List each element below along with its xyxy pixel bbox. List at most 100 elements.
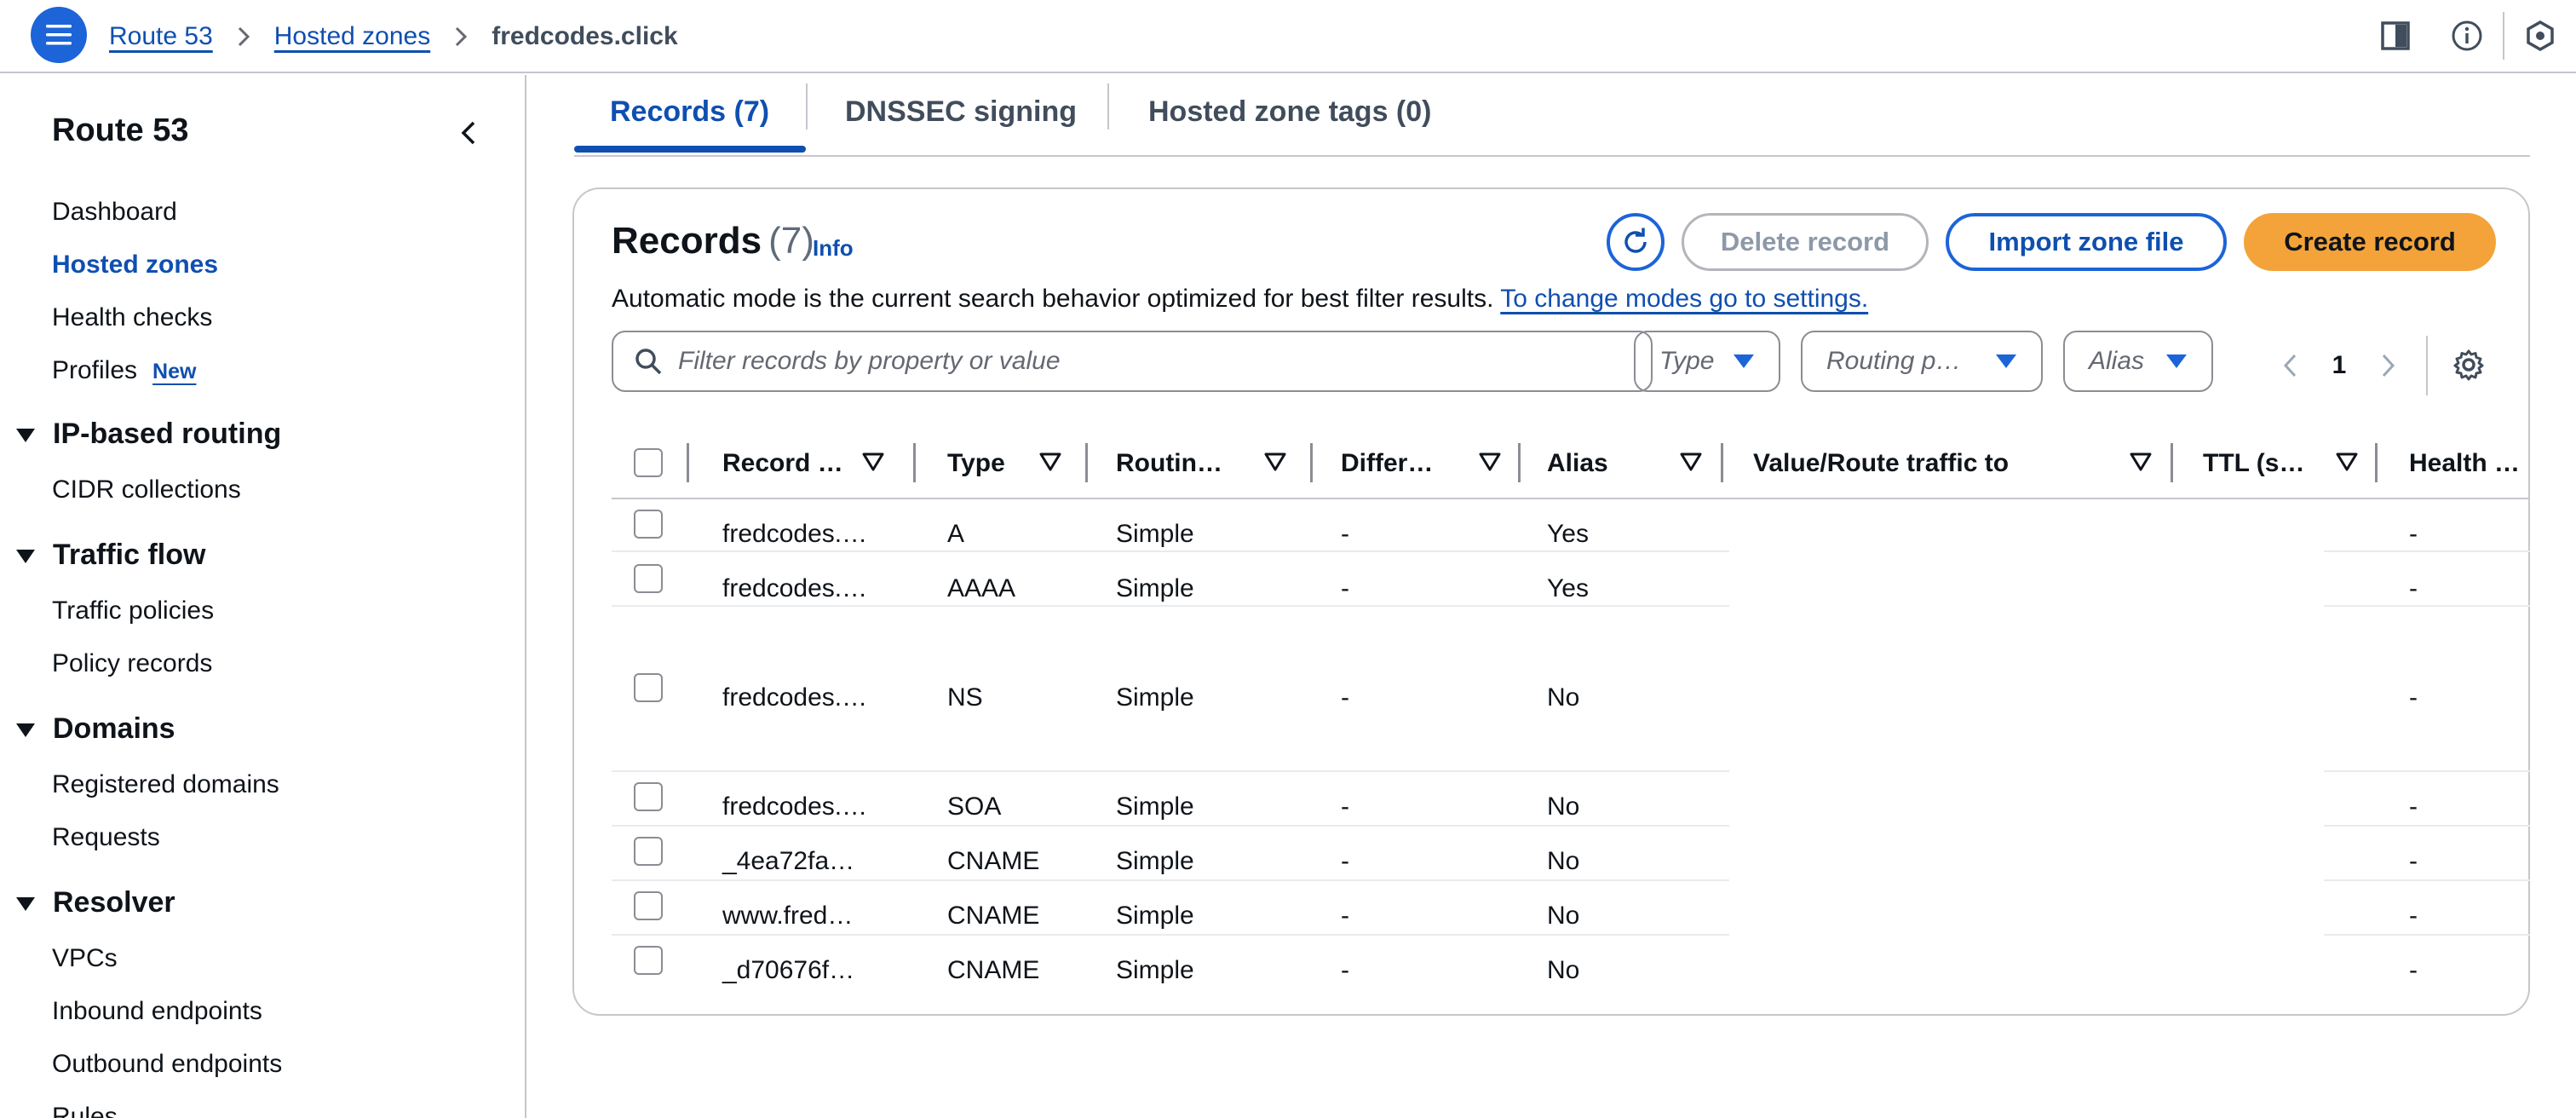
column-divider [913, 443, 916, 482]
type-filter-select[interactable]: Type [1634, 331, 1780, 392]
import-zone-file-button[interactable]: Import zone file [1946, 213, 2227, 271]
sidebar-item-policy-records[interactable]: Policy records [52, 649, 212, 678]
sidebar-item-outbound-endpoints[interactable]: Outbound endpoints [52, 1050, 282, 1079]
alias-filter-select[interactable]: Alias [2063, 331, 2213, 392]
row-divider [2324, 934, 2530, 936]
panel-title-text: Records [612, 220, 762, 262]
search-input[interactable]: Filter records by property or value [612, 331, 1653, 392]
column-divider [2375, 443, 2378, 482]
change-modes-link[interactable]: To change modes go to settings. [1500, 285, 1868, 313]
tab-records[interactable]: Records (7) [610, 95, 769, 138]
column-divider [1085, 443, 1088, 482]
row-checkbox[interactable] [634, 782, 663, 811]
info-panel-button[interactable] [2431, 12, 2503, 60]
filter-label: Type [1659, 347, 1715, 375]
notifications-button[interactable] [2504, 12, 2576, 60]
row-divider [2324, 879, 2530, 881]
row-divider [2324, 605, 2530, 607]
column-divider [2171, 443, 2173, 482]
column-header-record-name[interactable]: Record … [722, 428, 843, 499]
sort-icon [1680, 452, 1702, 471]
refresh-button[interactable] [1607, 213, 1665, 271]
sidebar-item-rules[interactable]: Rules [52, 1103, 118, 1118]
collapse-sidebar-button[interactable] [450, 114, 487, 152]
row-checkbox[interactable] [634, 564, 663, 593]
cell-type: SOA [947, 792, 1002, 821]
cell-record-name[interactable]: fredcodes.… [722, 683, 867, 712]
sidebar-item-hosted-zones[interactable]: Hosted zones [52, 251, 218, 280]
tab-dnssec-signing[interactable]: DNSSEC signing [845, 95, 1077, 138]
table-settings-button[interactable] [2438, 339, 2499, 390]
cell-type: NS [947, 683, 983, 712]
panel-title: Records (7) [612, 220, 814, 262]
delete-record-button[interactable]: Delete record [1682, 213, 1929, 271]
sidebar-item-dashboard[interactable]: Dashboard [52, 198, 177, 227]
row-checkbox[interactable] [634, 673, 663, 702]
breadcrumb-hosted-zones[interactable]: Hosted zones [274, 22, 430, 51]
cell-record-name[interactable]: www.fred… [722, 902, 853, 931]
top-utility-icons [2360, 12, 2576, 60]
previous-page-button[interactable] [2263, 353, 2317, 378]
split-panel-icon [2381, 21, 2410, 50]
sidebar-section-ip-based-routing[interactable]: IP-based routing [15, 418, 281, 451]
row-checkbox[interactable] [634, 837, 663, 866]
row-checkbox[interactable] [634, 510, 663, 539]
column-header-differentiator[interactable]: Differ… [1341, 428, 1433, 499]
row-checkbox[interactable] [634, 946, 663, 975]
sidebar-item-vpcs[interactable]: VPCs [52, 944, 118, 973]
select-all-checkbox[interactable] [634, 448, 663, 477]
sidebar-item-cidr-collections[interactable]: CIDR collections [52, 475, 241, 504]
create-record-button[interactable]: Create record [2244, 213, 2496, 271]
column-header-routing-policy[interactable]: Routin… [1116, 428, 1222, 499]
sidebar-item-traffic-policies[interactable]: Traffic policies [52, 596, 214, 625]
sort-icon [862, 452, 884, 471]
column-divider [687, 443, 689, 482]
triangle-down-icon [15, 539, 37, 572]
sidebar-item-health-checks[interactable]: Health checks [52, 303, 212, 332]
sidebar-section-resolver[interactable]: Resolver [15, 886, 175, 919]
hosted-zone-tabs: Records (7) DNSSEC signing Hosted zone t… [574, 75, 2530, 157]
cell-differentiator: - [1341, 520, 1349, 548]
cell-record-name[interactable]: fredcodes.… [722, 574, 867, 603]
sidebar-item-profiles[interactable]: Profiles New [52, 356, 196, 385]
tab-divider [1107, 84, 1109, 130]
row-divider [612, 934, 1729, 936]
caret-down-icon [2166, 354, 2187, 368]
sidebar-section-traffic-flow[interactable]: Traffic flow [15, 539, 205, 572]
sidebar-item-registered-domains[interactable]: Registered domains [52, 770, 279, 799]
row-divider [2324, 550, 2530, 552]
routing-policy-filter-select[interactable]: Routing p… [1801, 331, 2043, 392]
cell-alias: No [1547, 847, 1580, 875]
info-link[interactable]: Info [813, 235, 854, 262]
sidebar-item-inbound-endpoints[interactable]: Inbound endpoints [52, 997, 262, 1026]
tab-hosted-zone-tags[interactable]: Hosted zone tags (0) [1148, 95, 1431, 138]
column-header-health-check[interactable]: Health … [2409, 428, 2520, 499]
row-divider [612, 550, 1729, 552]
row-divider [2324, 770, 2530, 772]
sort-icon [1479, 452, 1501, 471]
cell-record-name[interactable]: _d70676f… [722, 956, 854, 985]
column-header-ttl[interactable]: TTL (s… [2203, 428, 2304, 499]
breadcrumb-route53[interactable]: Route 53 [109, 22, 213, 51]
sidebar-item-requests[interactable]: Requests [52, 823, 160, 852]
sidebar-section-domains[interactable]: Domains [15, 712, 175, 746]
cell-record-name[interactable]: _4ea72fa… [722, 847, 854, 876]
column-header-alias[interactable]: Alias [1547, 428, 1608, 499]
row-divider [2324, 825, 2530, 827]
cell-alias: Yes [1547, 520, 1589, 548]
chevron-left-icon [2283, 354, 2297, 377]
column-header-value[interactable]: Value/Route traffic to [1753, 428, 2009, 499]
next-page-button[interactable] [2361, 353, 2416, 378]
cell-differentiator: - [1341, 574, 1349, 602]
cell-record-name[interactable]: fredcodes.… [722, 792, 867, 821]
section-title: Resolver [53, 886, 175, 919]
cell-record-name[interactable]: fredcodes.… [722, 520, 867, 549]
column-header-type[interactable]: Type [947, 428, 1005, 499]
side-navigation: Route 53 Dashboard Hosted zones Health c… [0, 75, 526, 1118]
split-panel-button[interactable] [2360, 12, 2431, 60]
row-checkbox[interactable] [634, 891, 663, 920]
menu-button[interactable] [31, 7, 87, 63]
section-title: Domains [53, 712, 175, 745]
current-page[interactable]: 1 [2317, 351, 2361, 380]
sort-icon [2336, 452, 2358, 471]
